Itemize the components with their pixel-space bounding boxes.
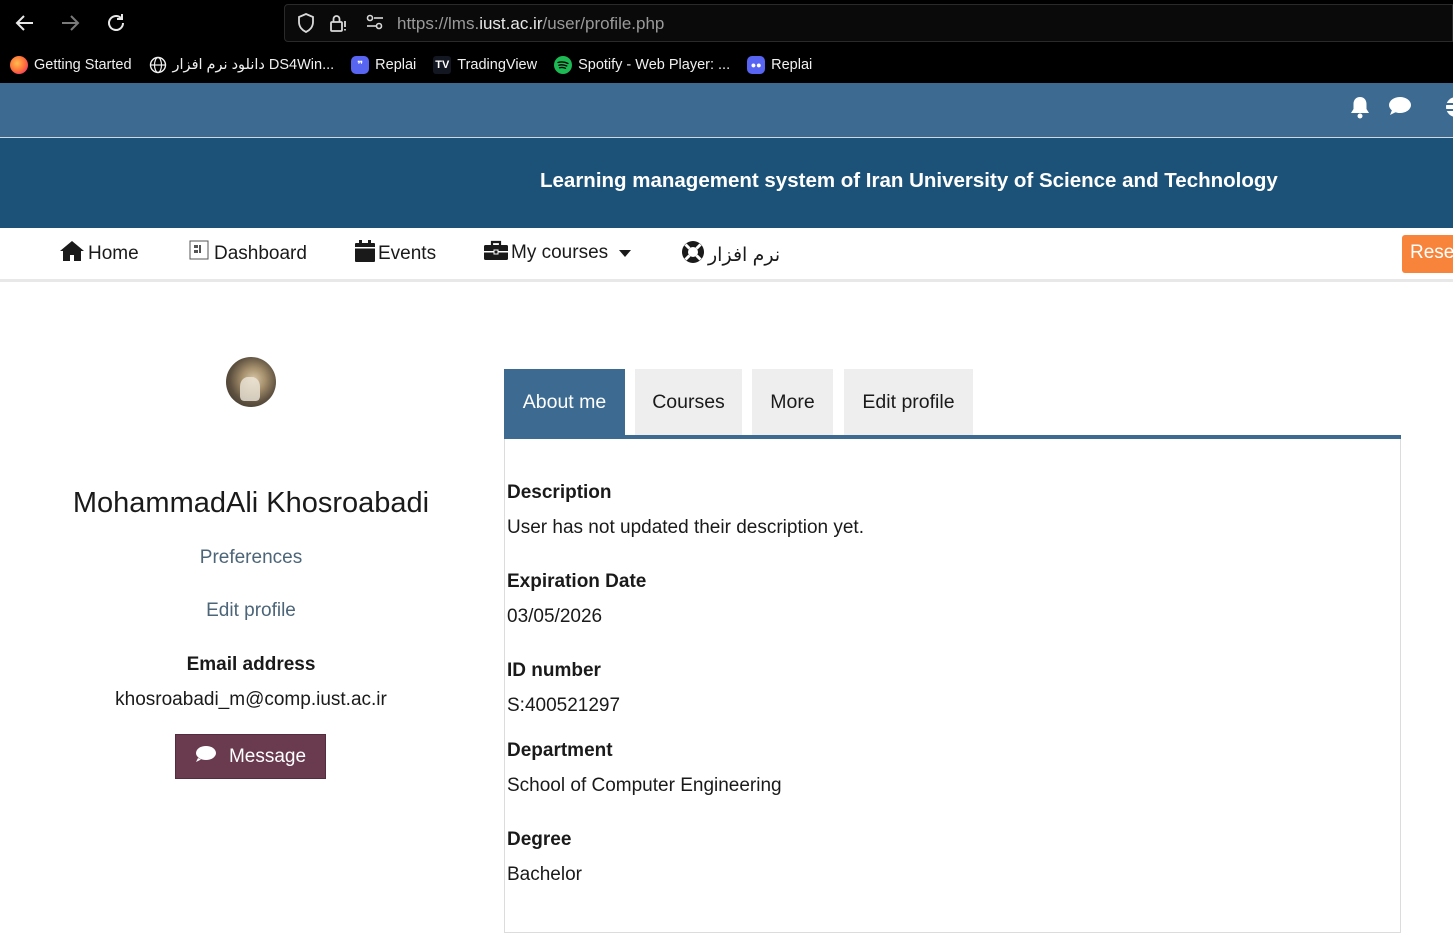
bookmark-ds4win[interactable]: دانلود نرم افزار DS4Win... bbox=[149, 56, 335, 74]
email-label: Email address bbox=[186, 654, 316, 675]
reload-icon[interactable] bbox=[101, 8, 131, 38]
tab-about-me[interactable]: About me bbox=[504, 369, 625, 435]
about-me-panel: Description User has not updated their d… bbox=[504, 439, 1401, 933]
expiration-date-value: 03/05/2026 bbox=[507, 606, 603, 627]
url-path: /user/profile.php bbox=[542, 14, 665, 33]
bookmark-label: Replai bbox=[771, 57, 813, 73]
caret-down-icon bbox=[619, 249, 632, 257]
nav-dashboard[interactable]: Dashboard bbox=[189, 240, 307, 268]
description-label: Description bbox=[507, 482, 612, 503]
lock-warning-icon[interactable] bbox=[329, 13, 349, 38]
message-button-label: Message bbox=[228, 745, 307, 767]
degree-value: Bachelor bbox=[507, 864, 582, 885]
id-number-value: S:400521297 bbox=[507, 695, 621, 716]
home-icon bbox=[59, 240, 85, 268]
briefcase-icon bbox=[484, 240, 508, 266]
avatar[interactable] bbox=[226, 357, 276, 407]
bookmark-label: Spotify - Web Player: ... bbox=[578, 57, 731, 73]
bookmark-tradingview[interactable]: TV TradingView bbox=[433, 56, 537, 74]
bookmark-getting-started[interactable]: Getting Started bbox=[10, 56, 132, 74]
spotify-icon bbox=[554, 56, 573, 74]
bookmark-label: دانلود نرم افزار DS4Win... bbox=[172, 57, 335, 73]
nav-my-courses-label: My courses bbox=[511, 242, 609, 263]
nav-software-label: نرم افزار bbox=[708, 244, 781, 266]
tab-courses[interactable]: Courses bbox=[635, 369, 742, 435]
site-topbar bbox=[0, 83, 1453, 138]
site-permissions-icon[interactable] bbox=[365, 13, 385, 36]
shield-icon[interactable] bbox=[297, 13, 315, 38]
main-navigation: Home Dashboard Events My courses نرم افز… bbox=[0, 228, 1453, 282]
bookmark-label: Replai bbox=[375, 57, 417, 73]
profile-name: MohammadAli Khosroabadi bbox=[72, 487, 430, 519]
nav-events[interactable]: Events bbox=[355, 240, 436, 268]
email-value: khosroabadi_m@comp.iust.ac.ir bbox=[115, 689, 387, 710]
bookmark-label: Getting Started bbox=[34, 57, 132, 73]
dashboard-icon bbox=[189, 240, 211, 268]
tab-more[interactable]: More bbox=[752, 369, 833, 435]
bell-icon[interactable] bbox=[1349, 95, 1371, 125]
back-arrow-icon[interactable] bbox=[10, 8, 40, 38]
nav-software[interactable]: نرم افزار bbox=[681, 240, 780, 270]
expiration-date-label: Expiration Date bbox=[507, 571, 647, 592]
bookmark-replai-1[interactable]: ❞ Replai bbox=[351, 56, 416, 74]
id-number-label: ID number bbox=[507, 660, 601, 681]
nav-events-label: Events bbox=[378, 243, 437, 264]
calendar-icon bbox=[355, 240, 375, 268]
nav-dashboard-label: Dashboard bbox=[214, 243, 307, 264]
chat-bubble-icon[interactable] bbox=[1388, 95, 1412, 123]
bookmark-spotify[interactable]: Spotify - Web Player: ... bbox=[554, 56, 730, 74]
address-bar[interactable]: https://lms.iust.ac.ir/user/profile.php bbox=[284, 4, 1453, 42]
message-button[interactable]: Message bbox=[175, 734, 326, 779]
firefox-icon bbox=[10, 56, 28, 74]
bookmarks-bar: Getting Started دانلود نرم افزار DS4Win.… bbox=[0, 50, 1453, 80]
url-prefix: https://lms. bbox=[397, 14, 480, 33]
site-banner: Learning management system of Iran Unive… bbox=[0, 138, 1453, 228]
replai-icon: ●● bbox=[747, 56, 766, 74]
url-text[interactable]: https://lms.iust.ac.ir/user/profile.php bbox=[397, 14, 664, 34]
edit-profile-link[interactable]: Edit profile bbox=[0, 600, 502, 622]
description-value: User has not updated their description y… bbox=[507, 517, 864, 538]
bookmark-replai-2[interactable]: ●● Replai bbox=[747, 56, 812, 74]
user-menu-icon[interactable] bbox=[1444, 95, 1453, 125]
bookmark-label: TradingView bbox=[457, 57, 538, 73]
banner-title: Learning management system of Iran Unive… bbox=[540, 169, 1278, 192]
url-host: iust.ac.ir bbox=[479, 14, 543, 33]
replai-icon: ❞ bbox=[351, 56, 370, 74]
forward-arrow-icon[interactable] bbox=[55, 8, 85, 38]
department-value: School of Computer Engineering bbox=[507, 775, 782, 796]
nav-home[interactable]: Home bbox=[59, 240, 139, 268]
preferences-link[interactable]: Preferences bbox=[0, 547, 502, 569]
tradingview-icon: TV bbox=[433, 56, 452, 74]
nav-home-label: Home bbox=[88, 243, 139, 264]
reset-button[interactable]: Rese bbox=[1402, 235, 1453, 273]
chat-bubble-icon bbox=[195, 745, 217, 768]
degree-label: Degree bbox=[507, 829, 572, 850]
globe-icon bbox=[149, 56, 167, 74]
department-label: Department bbox=[507, 740, 613, 761]
nav-my-courses[interactable]: My courses bbox=[484, 240, 632, 266]
browser-toolbar: https://lms.iust.ac.ir/user/profile.php … bbox=[0, 0, 1453, 83]
tab-edit-profile[interactable]: Edit profile bbox=[844, 369, 973, 435]
life-ring-icon bbox=[681, 240, 705, 270]
